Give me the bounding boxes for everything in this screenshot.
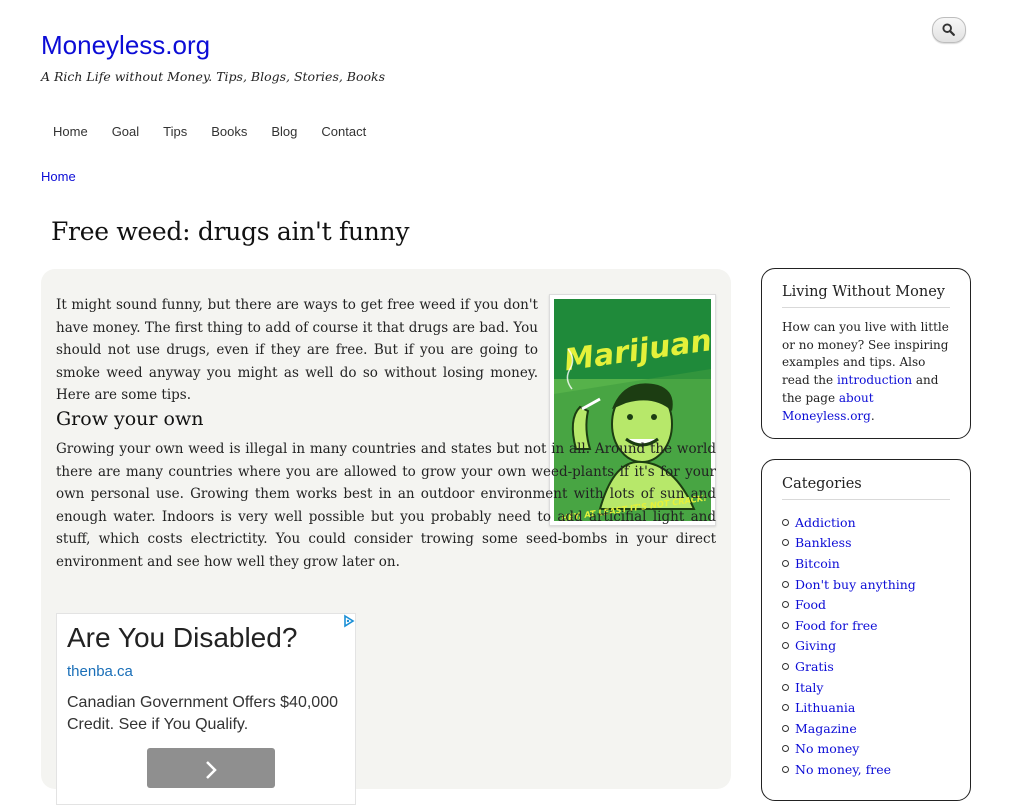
categories-block: Categories Addiction Bankless Bitcoin Do…	[761, 459, 971, 801]
nav-books[interactable]: Books	[199, 122, 259, 141]
category-link[interactable]: Italy	[795, 680, 823, 695]
category-link[interactable]: Bitcoin	[795, 556, 840, 571]
ad-title[interactable]: Are You Disabled?	[67, 622, 297, 654]
nav-home[interactable]: Home	[41, 122, 100, 141]
category-link[interactable]: Bankless	[795, 535, 852, 550]
list-item: Gratis	[782, 656, 916, 677]
list-item: No money, free	[782, 759, 916, 780]
list-item: Food for free	[782, 615, 916, 636]
list-item: Lithuania	[782, 697, 916, 718]
bullet-icon	[782, 539, 789, 547]
breadcrumb: Home	[41, 169, 76, 184]
chevron-right-icon	[206, 761, 217, 779]
section-heading: Grow your own	[56, 408, 204, 430]
bullet-icon	[782, 683, 789, 691]
site-slogan: A Rich Life without Money. Tips, Blogs, …	[41, 69, 386, 84]
list-item: Addiction	[782, 512, 916, 533]
section-body: Growing your own weed is illegal in many…	[56, 441, 716, 570]
category-link[interactable]: Gratis	[795, 659, 834, 674]
nav-blog[interactable]: Blog	[259, 122, 309, 141]
category-link[interactable]: Food	[795, 597, 826, 612]
bullet-icon	[782, 704, 789, 712]
category-list: Addiction Bankless Bitcoin Don't buy any…	[782, 512, 916, 780]
category-link[interactable]: Food for free	[795, 618, 878, 633]
category-link[interactable]: Magazine	[795, 721, 857, 736]
bullet-icon	[782, 765, 789, 773]
list-item: Don't buy anything	[782, 574, 916, 595]
list-item: Bankless	[782, 533, 916, 554]
ad-cta-button[interactable]	[147, 748, 275, 788]
list-item: Food	[782, 594, 916, 615]
article-content: It might sound funny, but there are ways…	[41, 269, 731, 805]
search-button[interactable]	[932, 17, 966, 43]
list-item: Giving	[782, 636, 916, 657]
page-title: Free weed: drugs ain't funny	[51, 217, 410, 246]
category-link[interactable]: Addiction	[795, 515, 856, 530]
bullet-icon	[782, 724, 789, 732]
list-item: Magazine	[782, 718, 916, 739]
about-block: Living Without Money How can you live wi…	[761, 268, 971, 439]
breadcrumb-home[interactable]: Home	[41, 169, 76, 184]
category-link[interactable]: Lithuania	[795, 700, 855, 715]
nav-contact[interactable]: Contact	[309, 122, 378, 141]
category-link[interactable]: No money	[795, 741, 859, 756]
list-item: Bitcoin	[782, 553, 916, 574]
ad-description[interactable]: Canadian Government Offers $40,000 Credi…	[67, 692, 352, 736]
advertisement[interactable]: Are You Disabled? thenba.ca Canadian Gov…	[56, 613, 356, 805]
article-intro: It might sound funny, but there are ways…	[56, 297, 538, 404]
list-item: No money	[782, 739, 916, 760]
search-icon	[942, 23, 955, 36]
bullet-icon	[782, 559, 789, 567]
bullet-icon	[782, 662, 789, 670]
nav-goal[interactable]: Goal	[100, 122, 151, 141]
category-link[interactable]: Giving	[795, 638, 836, 653]
about-block-title: Living Without Money	[782, 284, 950, 308]
bullet-icon	[782, 745, 789, 753]
about-block-text: How can you live with little or no money…	[782, 320, 949, 423]
ad-url[interactable]: thenba.ca	[67, 663, 133, 680]
bullet-icon	[782, 642, 789, 650]
bullet-icon	[782, 518, 789, 526]
site-title[interactable]: Moneyless.org	[41, 30, 210, 61]
introduction-link[interactable]: introduction	[837, 373, 912, 387]
category-link[interactable]: No money, free	[795, 762, 891, 777]
adchoices-icon[interactable]	[342, 614, 356, 628]
category-link[interactable]: Don't buy anything	[795, 577, 916, 592]
bullet-icon	[782, 621, 789, 629]
main-nav: Home Goal Tips Books Blog Contact	[41, 122, 378, 141]
bullet-icon	[782, 601, 789, 609]
bullet-icon	[782, 580, 789, 588]
list-item: Italy	[782, 677, 916, 698]
nav-tips[interactable]: Tips	[151, 122, 199, 141]
categories-block-title: Categories	[782, 476, 950, 500]
